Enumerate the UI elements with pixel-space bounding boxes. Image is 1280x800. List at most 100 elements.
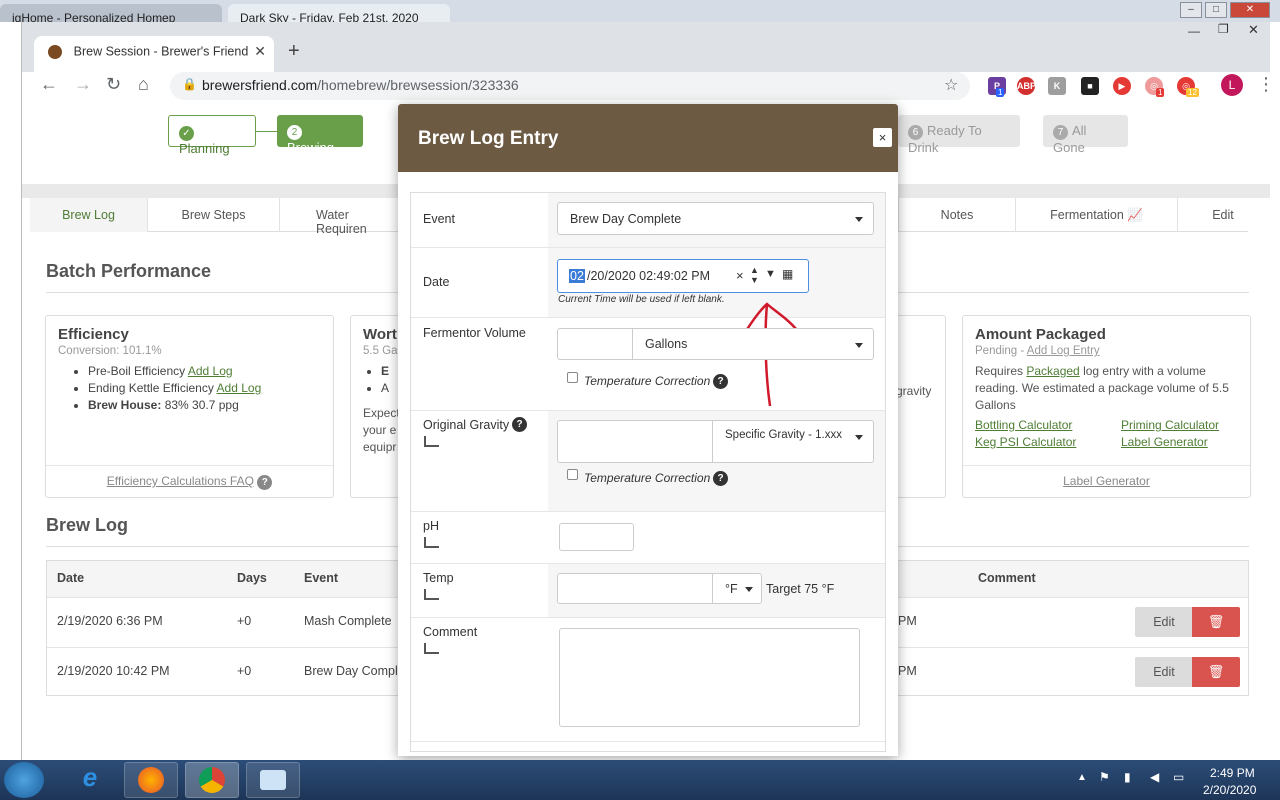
calendar-icon[interactable]: ▦ bbox=[782, 267, 793, 281]
close-window-button[interactable]: ✕ bbox=[1230, 2, 1270, 18]
browser-close-icon[interactable]: ✕ bbox=[1248, 22, 1259, 38]
extension-dark-icon[interactable]: ■ bbox=[1081, 77, 1099, 95]
tab-fermentation[interactable]: Fermentation 📈 bbox=[1016, 198, 1178, 232]
col-comment[interactable]: Comment bbox=[978, 571, 1036, 585]
date-input[interactable]: 02 /20/2020 02:49:02 PM × ▲ ▼ ▼ ▦ bbox=[557, 259, 809, 293]
priming-calculator-link[interactable]: Priming Calculator bbox=[1121, 418, 1219, 432]
tab-edit[interactable]: Edit bbox=[1178, 198, 1268, 232]
browser-tab-active[interactable]: Brew Session - Brewer's Friend ✕ bbox=[34, 36, 274, 72]
delete-button[interactable]: 🗑 bbox=[1192, 607, 1240, 637]
spin-icon[interactable]: ▲ ▼ bbox=[750, 265, 759, 285]
delete-button[interactable]: 🗑 bbox=[1192, 657, 1240, 687]
help-icon[interactable]: ? bbox=[713, 374, 728, 389]
ph-input[interactable] bbox=[559, 523, 634, 551]
step-all-gone[interactable]: 7 All Gone bbox=[1043, 115, 1128, 155]
minimize-button[interactable]: – bbox=[1180, 2, 1202, 18]
cell-event: Mash Complete bbox=[304, 614, 392, 628]
keg-psi-calculator-link[interactable]: Keg PSI Calculator bbox=[975, 435, 1076, 449]
label-generator-link[interactable]: Label Generator bbox=[1121, 435, 1208, 449]
event-select[interactable]: Brew Day Complete bbox=[557, 202, 874, 235]
chrome-taskbar-button[interactable] bbox=[185, 762, 239, 798]
comment-textarea[interactable] bbox=[559, 628, 860, 727]
original-gravity-input[interactable] bbox=[557, 420, 713, 463]
graph-icon[interactable] bbox=[424, 537, 439, 548]
item-value: 83% 30.7 ppg bbox=[164, 398, 239, 412]
address-bar[interactable]: 🔒 brewersfriend.com/homebrew/brewsession… bbox=[170, 72, 970, 100]
temp-unit-select[interactable]: °F bbox=[712, 573, 762, 604]
volume-unit-select[interactable]: Gallons bbox=[632, 328, 874, 360]
step-planning[interactable]: ✓Planning bbox=[168, 115, 256, 156]
event-selected-value: Brew Day Complete bbox=[570, 212, 682, 226]
maximize-button[interactable]: □ bbox=[1205, 2, 1227, 18]
edit-button[interactable]: Edit bbox=[1135, 607, 1193, 637]
new-tab-button[interactable]: + bbox=[288, 40, 300, 63]
graph-icon[interactable] bbox=[424, 436, 439, 447]
chevron-down-icon bbox=[855, 435, 863, 440]
col-date[interactable]: Date bbox=[57, 571, 84, 585]
temp-input[interactable] bbox=[557, 573, 713, 604]
date-month-segment[interactable]: 02 bbox=[569, 269, 585, 283]
firefox-taskbar-button[interactable] bbox=[124, 762, 178, 798]
flag-icon[interactable]: ⚑ bbox=[1099, 770, 1110, 784]
add-log-link[interactable]: Add Log bbox=[188, 364, 233, 378]
step-ready-to-drink[interactable]: 6 Ready To Drink bbox=[898, 115, 1020, 155]
internet-explorer-icon[interactable]: e bbox=[68, 762, 112, 798]
efficiency-title: Efficiency bbox=[58, 326, 129, 343]
date-label: Date bbox=[423, 275, 450, 289]
add-log-link[interactable]: Add Log bbox=[217, 381, 262, 395]
edit-button[interactable]: Edit bbox=[1135, 657, 1193, 687]
efficiency-faq-link[interactable]: Efficiency Calculations FAQ bbox=[107, 474, 254, 488]
item-label: Pre-Boil Efficiency bbox=[88, 364, 186, 378]
browser-minimize-icon[interactable]: — bbox=[1188, 24, 1200, 38]
modal-close-button[interactable]: × bbox=[873, 128, 892, 147]
packaged-link[interactable]: Packaged bbox=[1026, 364, 1079, 378]
efficiency-conversion: Conversion: 101.1% bbox=[58, 345, 162, 357]
tab-notes[interactable]: Notes bbox=[898, 198, 1016, 232]
volume-icon[interactable]: ◀ bbox=[1150, 770, 1159, 784]
clear-icon[interactable]: × bbox=[736, 268, 744, 283]
text-part: Requires bbox=[975, 364, 1027, 378]
help-icon[interactable]: ? bbox=[257, 475, 273, 490]
step-number: 7 bbox=[1053, 125, 1068, 140]
col-event[interactable]: Event bbox=[304, 571, 338, 585]
bookmark-star-icon[interactable]: ☆ bbox=[944, 75, 958, 95]
fermentor-volume-input[interactable] bbox=[557, 328, 633, 360]
tab-brew-log[interactable]: Brew Log bbox=[30, 198, 148, 232]
youtube-icon[interactable]: ▶ bbox=[1113, 77, 1131, 95]
dropdown-arrow-icon[interactable]: ▼ bbox=[765, 268, 776, 280]
back-icon[interactable]: ← bbox=[40, 74, 58, 95]
reload-icon[interactable]: ↻ bbox=[106, 74, 121, 95]
tab-water-requirements[interactable]: Water Requiren bbox=[280, 198, 398, 236]
gravity-unit-select[interactable]: Specific Gravity - 1.xxx bbox=[712, 420, 874, 463]
col-days[interactable]: Days bbox=[237, 571, 267, 585]
bottling-calculator-link[interactable]: Bottling Calculator bbox=[975, 418, 1072, 432]
step-brewing[interactable]: 2Brewing bbox=[277, 115, 363, 155]
network-icon[interactable]: ▮ bbox=[1124, 770, 1131, 784]
home-icon[interactable]: ⌂ bbox=[138, 74, 149, 95]
clock-date[interactable]: 2/20/2020 bbox=[1203, 783, 1256, 797]
browser-restore-icon[interactable]: ❐ bbox=[1218, 22, 1229, 36]
adblock-icon[interactable]: ABP bbox=[1017, 77, 1036, 95]
menu-kebab-icon[interactable]: ⋮ bbox=[1257, 74, 1275, 95]
help-icon[interactable]: ? bbox=[713, 471, 728, 486]
gravity-unit-value: Specific Gravity - 1.xxx bbox=[725, 429, 842, 441]
clock-time[interactable]: 2:49 PM bbox=[1210, 766, 1255, 780]
profile-avatar[interactable]: L bbox=[1221, 74, 1243, 96]
add-log-entry-link[interactable]: Add Log Entry bbox=[1027, 345, 1100, 357]
temperature-correction-checkbox[interactable] bbox=[567, 469, 578, 480]
trash-icon: 🗑 bbox=[1207, 664, 1225, 679]
battery-icon[interactable]: ▭ bbox=[1173, 770, 1184, 784]
tab-close-icon[interactable]: ✕ bbox=[254, 43, 266, 60]
tray-expand-icon[interactable]: ▲ bbox=[1077, 772, 1087, 783]
graph-icon[interactable] bbox=[424, 643, 439, 654]
graph-icon[interactable] bbox=[424, 589, 439, 600]
tab-brew-steps[interactable]: Brew Steps bbox=[148, 198, 280, 232]
help-icon[interactable]: ? bbox=[512, 417, 527, 432]
forward-icon[interactable]: → bbox=[74, 74, 92, 95]
start-button[interactable] bbox=[4, 762, 44, 798]
scrollbar[interactable] bbox=[1270, 22, 1280, 760]
mail-taskbar-button[interactable] bbox=[246, 762, 300, 798]
temperature-correction-checkbox[interactable] bbox=[567, 372, 578, 383]
extension-grey-icon[interactable]: K bbox=[1048, 77, 1066, 95]
label-generator-footer-link[interactable]: Label Generator bbox=[1063, 474, 1150, 488]
